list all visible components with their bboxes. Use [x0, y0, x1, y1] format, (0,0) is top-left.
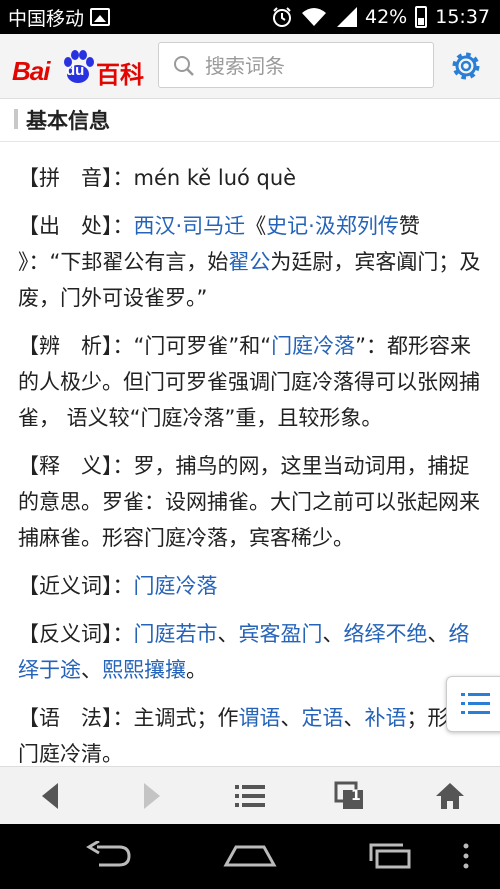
- back-button[interactable]: [28, 775, 72, 817]
- entry-separator: ：: [112, 622, 134, 646]
- entry-separator: ：: [112, 454, 134, 478]
- status-bar: 中国移动 42% 15:37: [0, 0, 500, 34]
- list-icon: [461, 693, 490, 714]
- entry-text: 。: [186, 658, 207, 682]
- baidu-baike-logo[interactable]: Bai du 百科: [12, 46, 150, 89]
- entry-separator: ：: [112, 214, 134, 238]
- alarm-icon: [273, 7, 291, 27]
- carrier-name: 中国移动: [8, 7, 85, 30]
- entry-link[interactable]: 络绎不绝: [344, 622, 428, 646]
- windows-icon: [334, 781, 363, 809]
- nav-more-icon: [463, 843, 469, 869]
- nav-recents-icon: [369, 843, 411, 869]
- toc-button[interactable]: [446, 676, 500, 732]
- nav-recents-button[interactable]: [360, 836, 420, 876]
- back-arrow-icon: [42, 783, 58, 809]
- entry-text: 主调式；作: [133, 706, 239, 730]
- system-nav-bar: [0, 824, 500, 889]
- battery-icon: [415, 6, 428, 28]
- entry-link[interactable]: 定语: [302, 706, 344, 730]
- section-title: 基本信息: [26, 109, 110, 133]
- entry-text: “门可罗雀”和“: [133, 334, 272, 358]
- clock-time: 15:37: [435, 6, 490, 28]
- entry-label: 【辨 析】: [18, 334, 113, 358]
- nav-more-button[interactable]: [446, 836, 486, 876]
- entry-separator: ：: [112, 166, 134, 190]
- entry-list: 【成 语】：门可罗雀【拼 音】：mén kě luó què【出 处】：西汉·司…: [0, 142, 500, 766]
- entry-link[interactable]: 门庭冷落: [134, 574, 218, 598]
- entry-link[interactable]: 门庭若市: [134, 622, 218, 646]
- search-icon: [174, 56, 194, 76]
- forward-button[interactable]: [130, 775, 174, 817]
- section-header: 基本信息: [0, 99, 500, 142]
- windows-button[interactable]: 1: [328, 775, 372, 817]
- home-icon: [436, 783, 464, 809]
- entry-label: 【释 义】: [18, 454, 113, 478]
- entry-link[interactable]: 门庭冷落: [271, 334, 355, 358]
- forward-arrow-icon: [144, 783, 160, 809]
- entry-label: 【反义词】: [18, 622, 113, 646]
- entry-link[interactable]: 谓语: [239, 706, 281, 730]
- wifi-icon: [302, 8, 326, 26]
- entry-item: 【辨 析】：“门可罗雀”和“门庭冷落”：都形容来的人极少。但门可罗雀强调门庭冷落…: [18, 328, 482, 436]
- signal-icon: [335, 7, 357, 27]
- entry-item: 【语 法】：主调式；作谓语、定语、补语；形容门庭冷清。: [18, 700, 482, 766]
- search-box[interactable]: [158, 42, 434, 88]
- entry-text: 、: [427, 622, 449, 646]
- entry-link[interactable]: 补语: [365, 706, 407, 730]
- entry-text: 、: [217, 622, 239, 646]
- nav-back-button[interactable]: [80, 836, 140, 876]
- entry-text: 《: [245, 214, 267, 238]
- menu-button[interactable]: [228, 775, 272, 817]
- menu-icon: [235, 785, 265, 807]
- entry-label: 【出 处】: [18, 214, 113, 238]
- home-button[interactable]: [428, 775, 472, 817]
- logo-bai-text: Bai: [12, 56, 50, 86]
- entry-item: 【拼 音】：mén kě luó què: [18, 160, 482, 196]
- gear-icon[interactable]: [448, 48, 484, 84]
- logo-baike-text: 百科: [96, 61, 144, 89]
- app-header: Bai du 百科: [0, 34, 500, 99]
- entry-link[interactable]: 西汉·司马迁: [134, 214, 246, 238]
- entry-label: 【拼 音】: [18, 166, 113, 190]
- entry-label: 【近义词】: [18, 574, 113, 598]
- logo-du-text: du: [66, 62, 85, 79]
- entry-link[interactable]: 史记·汲郑列传: [266, 214, 399, 238]
- entry-link[interactable]: 熙熙攘攘: [102, 658, 186, 682]
- search-input[interactable]: [203, 49, 427, 83]
- entry-text: 、: [322, 622, 344, 646]
- entry-separator: ：: [112, 574, 134, 598]
- window-count: 1: [351, 788, 361, 804]
- nav-back-icon: [86, 841, 131, 867]
- entry-text: 、: [280, 706, 302, 730]
- nav-home-button[interactable]: [220, 836, 280, 876]
- entry-link[interactable]: 宾客盈门: [239, 622, 323, 646]
- entry-item: 【成 语】：门可罗雀: [18, 142, 482, 148]
- section-marker: [14, 109, 18, 129]
- nav-home-icon: [223, 845, 277, 867]
- image-icon: [90, 8, 111, 26]
- entry-item: 【释 义】：罗，捕鸟的网，这里当动词用，捕捉的意思。罗雀：设网捕雀。大门之前可以…: [18, 448, 482, 556]
- entry-item: 【近义词】：门庭冷落: [18, 568, 482, 604]
- entry-label: 【语 法】: [18, 706, 113, 730]
- entry-text: 、: [343, 706, 365, 730]
- content-area[interactable]: 【成 语】：门可罗雀【拼 音】：mén kě luó què【出 处】：西汉·司…: [0, 142, 500, 766]
- entry-text: mén kě luó què: [133, 166, 297, 190]
- entry-separator: ：: [112, 334, 134, 358]
- entry-text: 、: [81, 658, 102, 682]
- browser-toolbar: 1: [0, 766, 500, 825]
- entry-item: 【反义词】：门庭若市、宾客盈门、络绎不绝、络绎于途、熙熙攘攘。: [18, 616, 482, 688]
- entry-item: 【出 处】：西汉·司马迁《史记·汲郑列传赞 》：“下邽翟公有言，始翟公为廷尉，宾…: [18, 208, 482, 316]
- status-icons: 42% 15:37: [271, 0, 490, 34]
- entry-separator: ：: [112, 706, 134, 730]
- battery-percent: 42%: [365, 6, 408, 28]
- entry-link[interactable]: 翟公: [228, 250, 270, 274]
